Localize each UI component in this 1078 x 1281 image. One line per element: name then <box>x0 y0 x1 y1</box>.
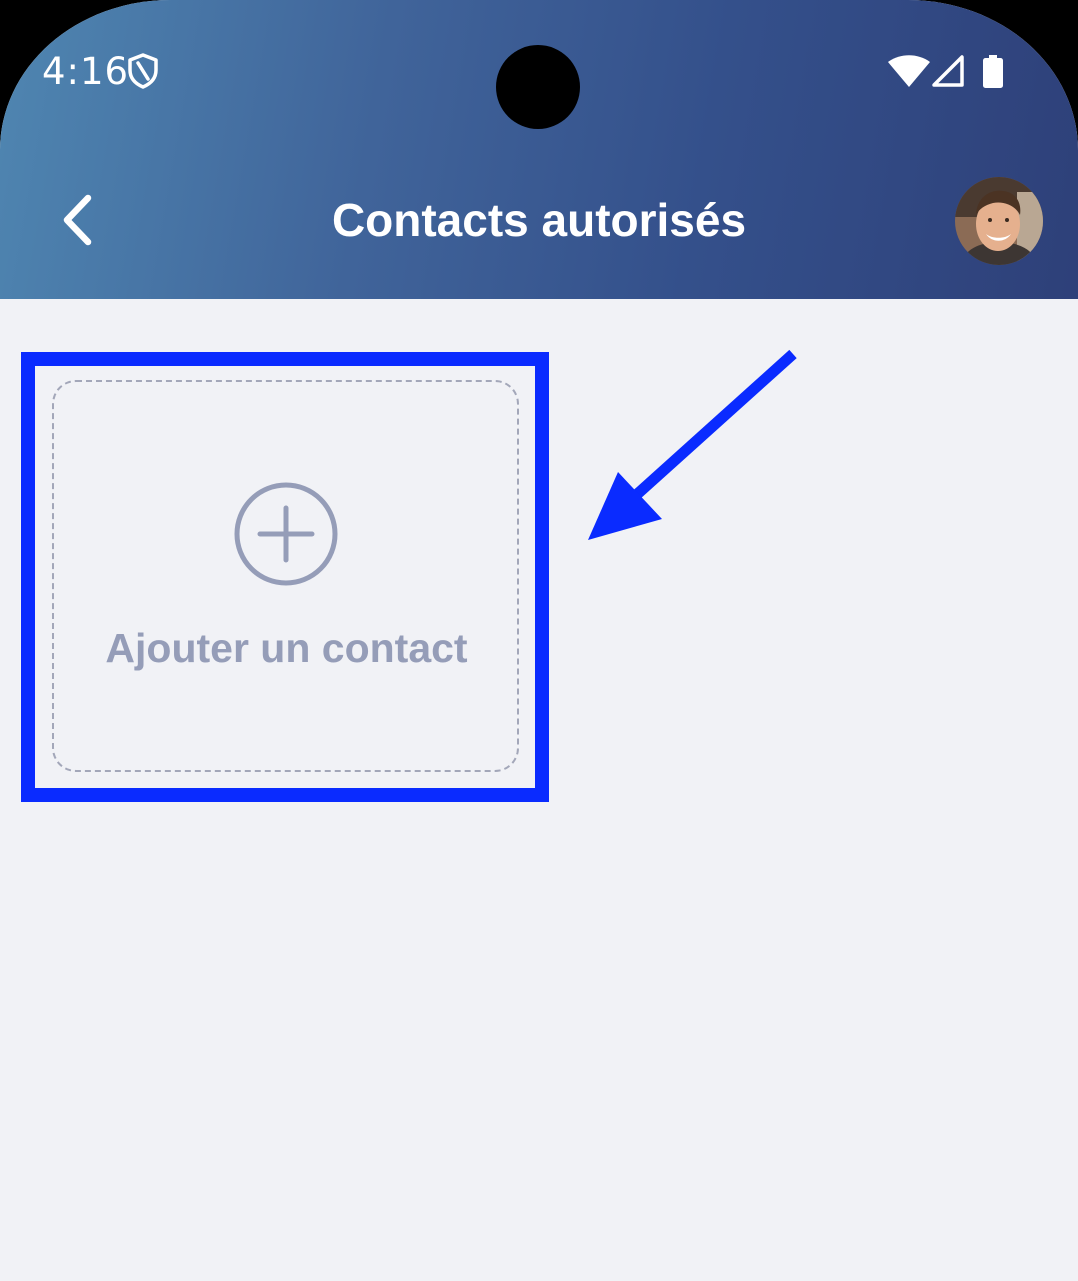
add-contact-card[interactable]: Ajouter un contact <box>52 380 519 772</box>
add-contact-label: Ajouter un contact <box>105 625 468 671</box>
shield-icon <box>128 53 158 89</box>
battery-icon <box>983 55 1003 88</box>
page-title: Contacts autorisés <box>331 194 747 246</box>
app-header: 4:16 Contacts autorisés <box>0 0 1078 299</box>
signal-icon <box>932 55 964 87</box>
wifi-icon <box>888 55 930 87</box>
status-time: 4:16 <box>42 50 130 93</box>
pointer-arrow <box>588 349 797 540</box>
camera-cutout <box>496 45 580 129</box>
avatar[interactable] <box>955 177 1043 265</box>
plus-circle-icon <box>234 482 338 586</box>
back-button[interactable] <box>55 190 105 250</box>
phone-screen: 4:16 Contacts autorisés Ajouter un conta… <box>0 0 1078 1281</box>
